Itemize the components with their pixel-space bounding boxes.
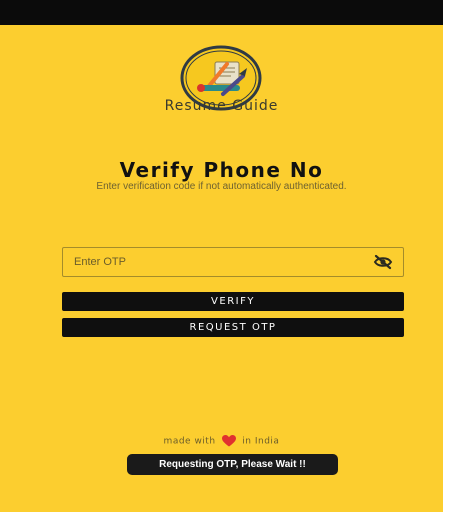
otp-field xyxy=(62,247,404,277)
made-with-text: made with xyxy=(163,436,216,447)
verify-button[interactable]: VERIFY xyxy=(62,292,404,311)
made-with-footer: made with in India xyxy=(0,435,443,447)
app-name: Resume Guide xyxy=(164,98,279,114)
in-india-text: in India xyxy=(242,436,280,447)
toast-message: Requesting OTP, Please Wait !! xyxy=(127,454,338,475)
request-otp-button[interactable]: REQUEST OTP xyxy=(62,318,404,337)
page-title: Verify Phone No xyxy=(119,158,324,182)
status-bar xyxy=(0,0,443,25)
heart-icon xyxy=(221,435,236,447)
page-subtitle: Enter verification code if not automatic… xyxy=(96,181,347,192)
verify-phone-screen: Resume Guide Verify Phone No Enter verif… xyxy=(0,0,443,512)
eye-off-icon[interactable] xyxy=(373,254,393,270)
otp-input[interactable] xyxy=(74,248,354,276)
